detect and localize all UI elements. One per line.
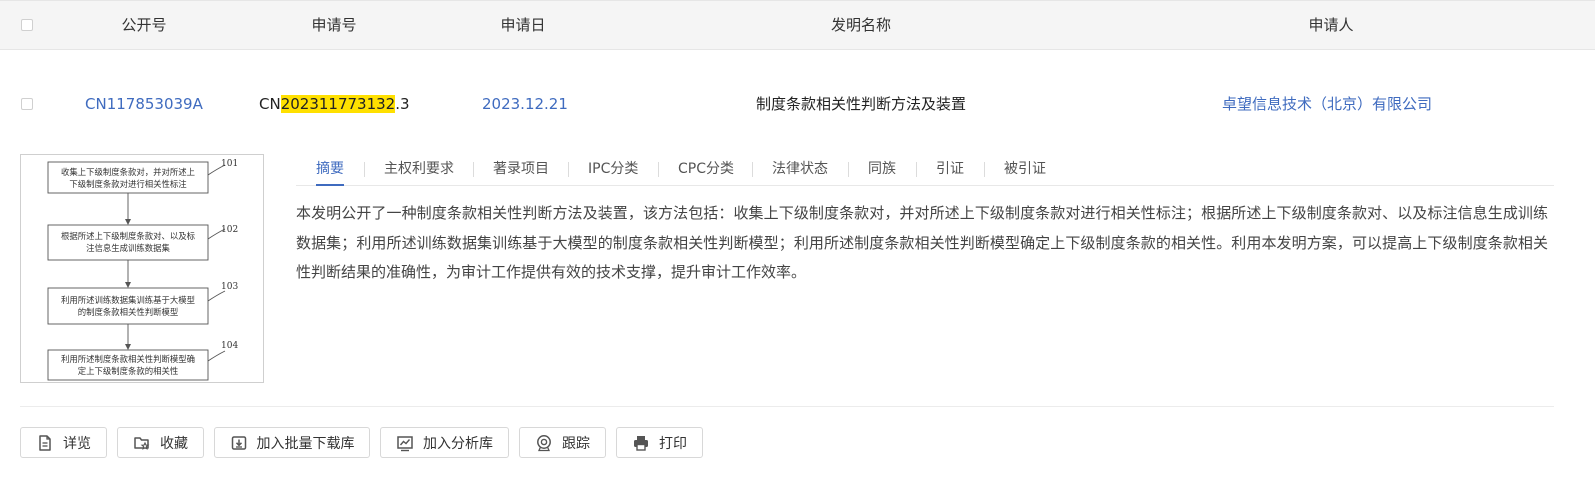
divider [20,406,1554,407]
step-102-line-2: 注信息生成训练数据集 [86,243,170,253]
step-101-line-1: 收集上下级制度条款对，并对所述上 [61,167,195,177]
tab-ipc[interactable]: IPC分类 [588,154,638,185]
tab-separator [752,162,753,177]
column-header-pub-no[interactable]: 公开号 [121,1,166,50]
column-header-app-date[interactable]: 申请日 [500,1,545,50]
analysis-chart-icon [397,435,413,451]
app-no-suffix: .3 [395,95,410,113]
applicant-link[interactable]: 卓望信息技术（北京）有限公司 [1222,92,1432,116]
step-number-101: 101 [221,159,238,169]
tab-separator [984,162,985,177]
flow-step-box-103 [47,287,209,325]
leader-line-104 [207,350,226,362]
document-icon [39,434,51,451]
folder-star-icon [134,436,150,450]
step-101-line-2: 下级制度条款对进行相关性标注 [69,179,187,189]
step-number-102: 102 [221,225,238,235]
step-number-103: 103 [221,282,238,292]
printer-icon [634,435,648,451]
tab-separator [916,162,917,177]
tab-cpc[interactable]: CPC分类 [678,154,734,185]
view-detail-label: 详览 [63,435,91,452]
tab-citations[interactable]: 引证 [936,154,964,185]
add-analysis-library-label: 加入分析库 [423,435,493,452]
flowchart-drawing: 收集上下级制度条款对，并对所述上 下级制度条款对进行相关性标注 根据所述上下级制… [47,159,238,381]
application-date: 2023.12.21 [482,95,568,113]
tab-separator [473,162,474,177]
tab-family[interactable]: 同族 [868,154,896,185]
application-number: CN202311773132.3 [259,92,410,116]
tab-cited-by[interactable]: 被引证 [1004,154,1046,185]
step-104-line-2: 定上下级制度条款的相关性 [78,366,179,376]
tab-legal-status[interactable]: 法律状态 [772,154,828,185]
track-label: 跟踪 [562,435,590,452]
app-no-highlight: 202311773132 [280,95,396,113]
step-103-line-1: 利用所述训练数据集训练基于大模型 [61,295,195,305]
leader-line-103 [207,290,226,302]
tab-separator [568,162,569,177]
print-button[interactable]: 打印 [616,427,703,458]
tab-separator [364,162,365,177]
favorite-label: 收藏 [160,435,188,452]
print-label: 打印 [659,435,687,452]
tab-abstract[interactable]: 摘要 [316,154,344,186]
publication-number-link[interactable]: CN117853039A [85,92,203,116]
tracking-icon [537,434,551,451]
column-header-applicant[interactable]: 申请人 [1308,1,1353,50]
app-no-prefix: CN [259,95,281,113]
track-button[interactable]: 跟踪 [519,427,606,458]
column-header-title[interactable]: 发明名称 [831,1,891,50]
detail-tabs: 摘要 主权利要求 著录项目 IPC分类 CPC分类 法律状态 同族 引证 被引证 [296,154,1554,186]
tab-main-claim[interactable]: 主权利要求 [384,154,454,185]
abstract-text: 本发明公开了一种制度条款相关性判断方法及装置，该方法包括：收集上下级制度条款对，… [296,204,1548,281]
select-all-checkbox[interactable] [21,19,33,31]
invention-title[interactable]: 制度条款相关性判断方法及装置 [756,92,966,116]
step-number-104: 104 [221,341,238,351]
add-batch-download-button[interactable]: 加入批量下载库 [214,427,370,458]
row-checkbox[interactable] [21,98,33,110]
add-batch-download-label: 加入批量下载库 [256,435,355,452]
tab-separator [658,162,659,177]
view-detail-button[interactable]: 详览 [20,427,107,458]
download-icon [231,435,246,450]
tab-separator [848,162,849,177]
add-analysis-library-button[interactable]: 加入分析库 [380,427,509,458]
step-104-line-1: 利用所述制度条款相关性判断模型确 [61,354,195,364]
step-102-line-1: 根据所述上下级制度条款对、以及标 [61,231,196,241]
favorite-button[interactable]: 收藏 [117,427,204,458]
step-103-line-2: 的制度条款相关性判断模型 [78,307,179,317]
results-table-header: 公开号 申请号 申请日 发明名称 申请人 [0,0,1595,50]
tab-bibliographic[interactable]: 著录项目 [493,154,549,185]
patent-drawing-thumbnail[interactable]: 收集上下级制度条款对，并对所述上 下级制度条款对进行相关性标注 根据所述上下级制… [20,154,264,383]
column-header-app-no[interactable]: 申请号 [311,1,356,50]
